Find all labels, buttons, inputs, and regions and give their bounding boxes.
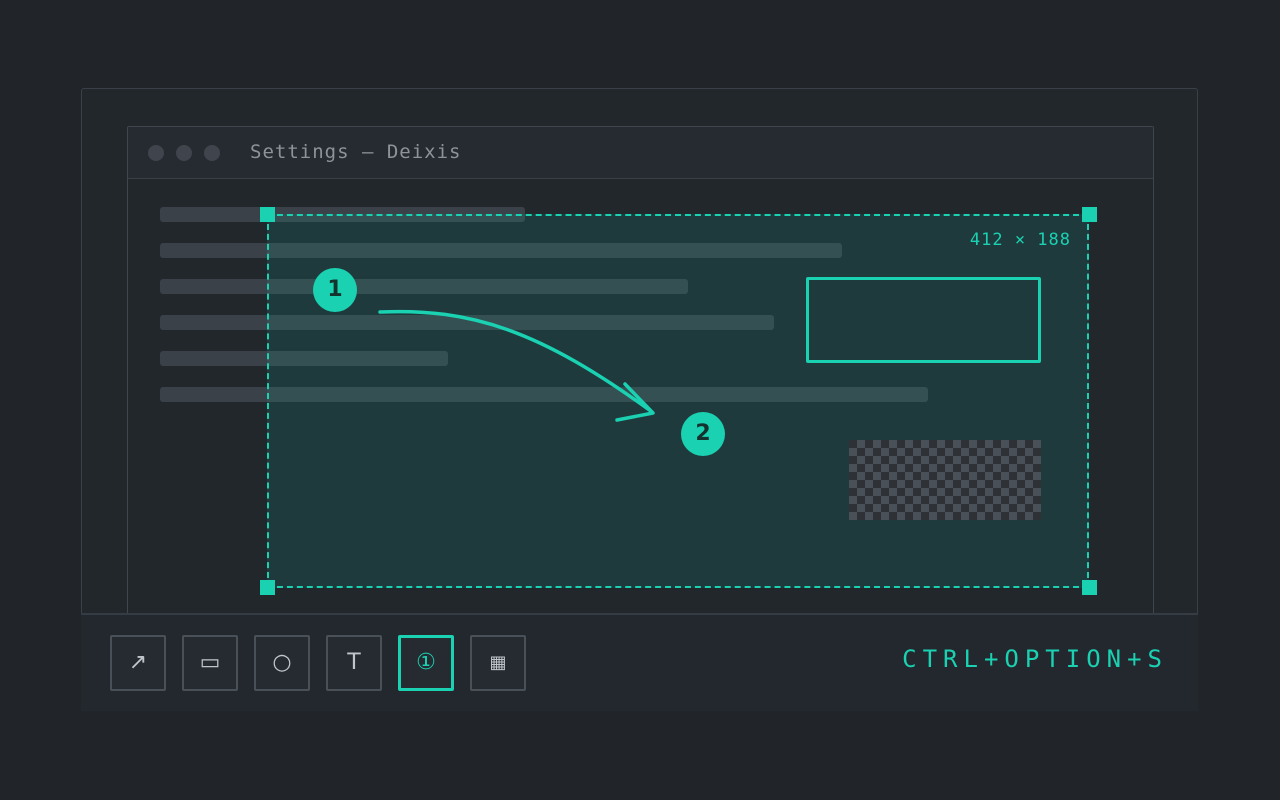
rectangle-annotation[interactable] <box>806 277 1041 363</box>
capture-selection[interactable]: 412 × 188 <box>267 214 1089 588</box>
step-number-icon: ① <box>416 650 436 675</box>
selection-handle-bottom-right[interactable] <box>1082 580 1097 595</box>
arrow-tool-button[interactable]: ↗ <box>110 635 166 691</box>
pixelate-icon: ▦ <box>489 652 507 673</box>
selection-size-readout: 412 × 188 <box>969 230 1071 250</box>
rectangle-icon: ▭ <box>199 650 221 675</box>
maximize-dot <box>204 145 220 161</box>
selection-handle-top-left[interactable] <box>260 207 275 222</box>
ellipse-icon: ○ <box>272 650 292 675</box>
minimize-dot <box>176 145 192 161</box>
keyboard-shortcut-label: CTRL+OPTION+S <box>902 645 1168 673</box>
arrow-icon: ↗ <box>128 650 148 675</box>
ellipse-tool-button[interactable]: ○ <box>254 635 310 691</box>
annotation-toolbar: ↗ ▭ ○ T ① ▦ CTRL+OPTION+S <box>81 613 1198 711</box>
window-titlebar: Settings — Deixis <box>128 127 1153 179</box>
selection-handle-bottom-left[interactable] <box>260 580 275 595</box>
text-tool-button[interactable]: T <box>326 635 382 691</box>
text-icon: T <box>347 650 361 675</box>
close-dot <box>148 145 164 161</box>
step-tool-button[interactable]: ① <box>398 635 454 691</box>
rectangle-tool-button[interactable]: ▭ <box>182 635 238 691</box>
step-badge-1[interactable]: 1 <box>313 268 357 312</box>
pixelate-annotation[interactable] <box>849 440 1041 520</box>
step-badge-2[interactable]: 2 <box>681 412 725 456</box>
pixelate-tool-button[interactable]: ▦ <box>470 635 526 691</box>
window-title: Settings — Deixis <box>250 141 462 163</box>
selection-handle-top-right[interactable] <box>1082 207 1097 222</box>
